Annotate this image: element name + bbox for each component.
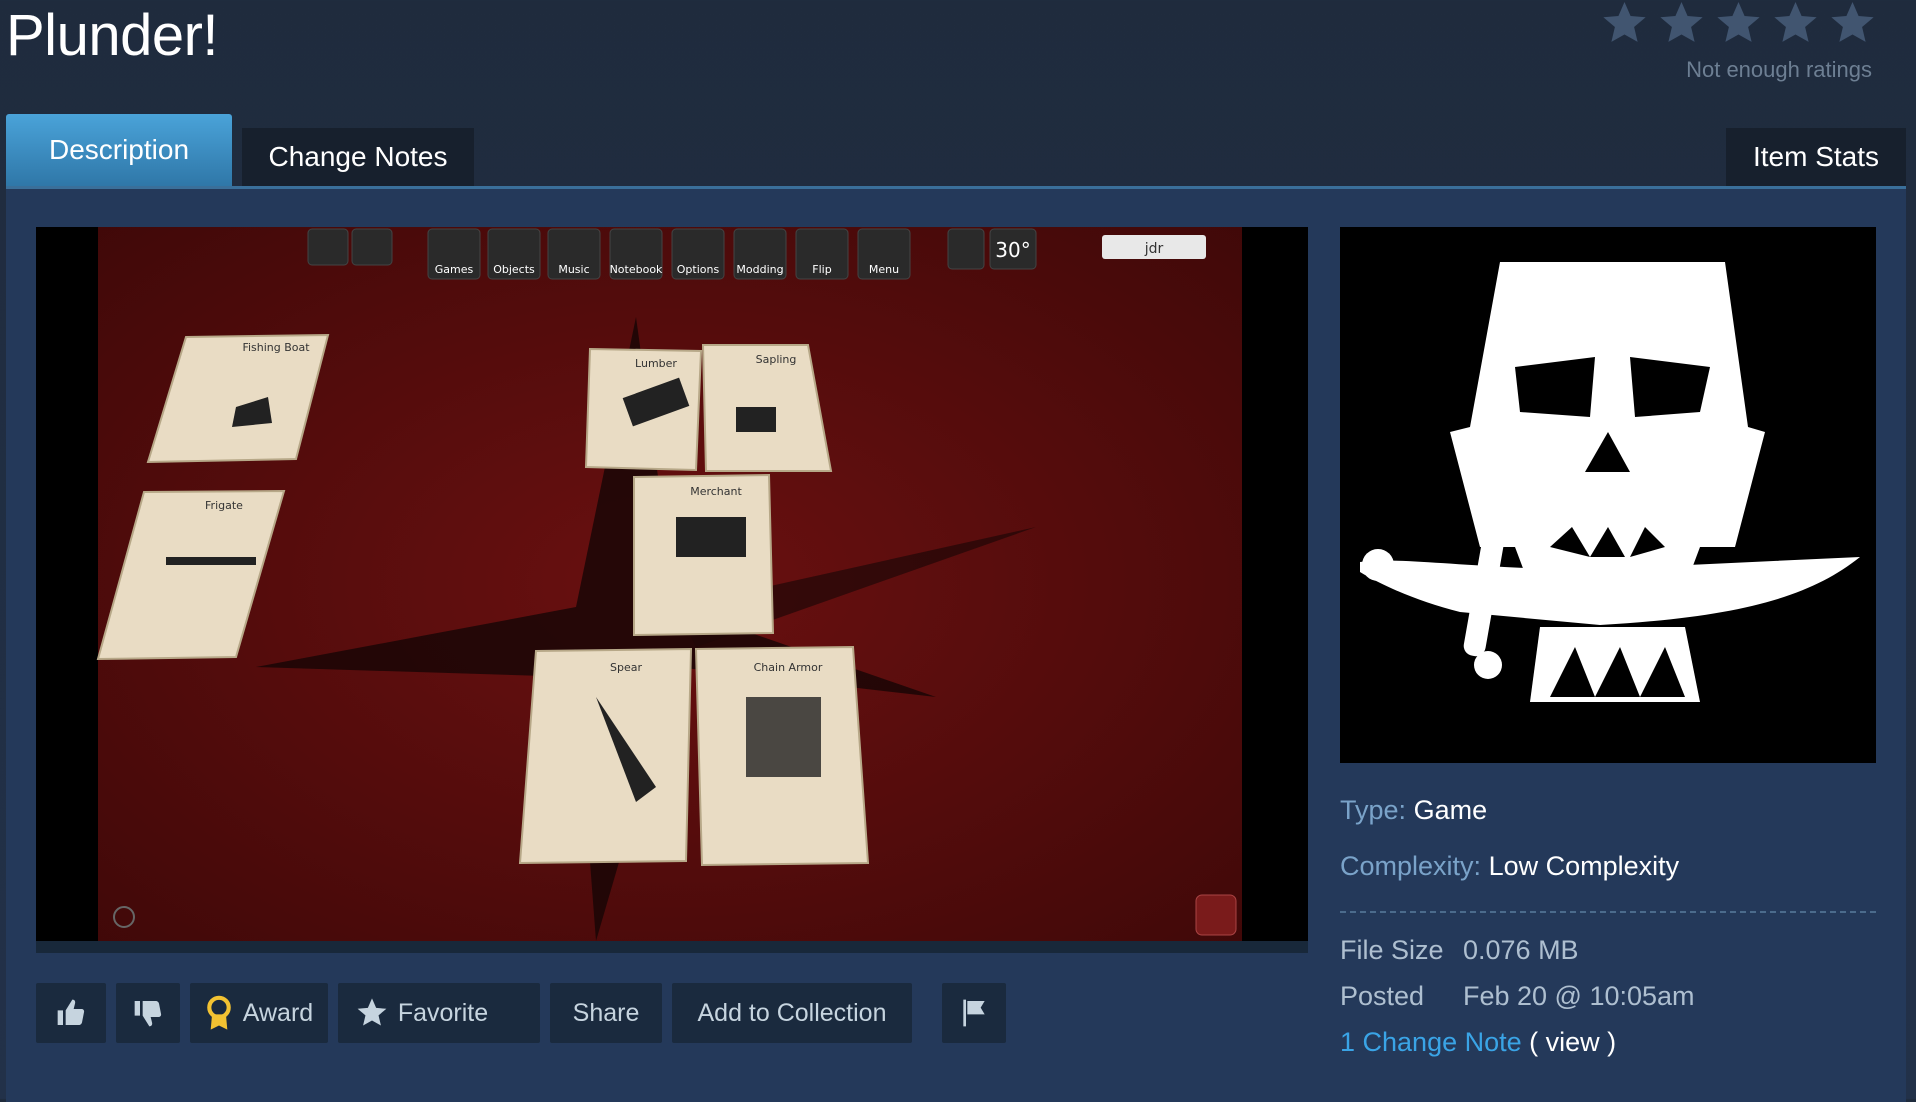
svg-text:Lumber: Lumber <box>635 357 677 370</box>
type-row: Type: Game <box>1340 795 1487 826</box>
complexity-row: Complexity: Low Complexity <box>1340 851 1679 882</box>
rating-stars <box>1601 0 1876 47</box>
add-to-collection-button[interactable]: Add to Collection <box>672 983 912 1043</box>
type-label: Type: <box>1340 795 1407 825</box>
award-label: Award <box>242 998 314 1027</box>
favorite-button[interactable]: Favorite <box>338 983 540 1043</box>
star-icon <box>1831 1 1874 42</box>
svg-text:Notebook: Notebook <box>610 263 663 276</box>
svg-text:30°: 30° <box>995 238 1030 262</box>
page-title: Plunder! <box>6 3 219 68</box>
file-size-value: 0.076 MB <box>1463 935 1579 965</box>
svg-text:Flip: Flip <box>812 263 831 276</box>
svg-text:Fishing Boat: Fishing Boat <box>242 341 310 354</box>
svg-text:Objects: Objects <box>493 263 535 276</box>
tab-item-stats[interactable]: Item Stats <box>1726 128 1906 186</box>
report-button[interactable] <box>942 983 1006 1043</box>
posted-value: Feb 20 @ 10:05am <box>1463 981 1695 1011</box>
posted-row: Posted Feb 20 @ 10:05am <box>1340 981 1695 1012</box>
screenshot-image[interactable]: Games Objects Music Notebook Options Modding… <box>36 227 1308 941</box>
file-size-row: File Size 0.076 MB <box>1340 935 1579 966</box>
rating-text: Not enough ratings <box>1686 57 1872 82</box>
thumbs-down-icon <box>134 1001 162 1027</box>
award-button[interactable]: Award <box>190 983 328 1043</box>
favorite-label: Favorite <box>397 998 489 1027</box>
share-button[interactable]: Share <box>550 983 662 1043</box>
posted-label: Posted <box>1340 981 1425 1011</box>
divider <box>1340 911 1876 913</box>
media-strip <box>36 941 1308 953</box>
skull-icon <box>1340 227 1876 763</box>
flag-icon <box>963 999 985 1027</box>
svg-text:Music: Music <box>558 263 589 276</box>
svg-text:Menu: Menu <box>869 263 899 276</box>
complexity-value[interactable]: Low Complexity <box>1489 851 1680 881</box>
thumbs-up-icon <box>57 999 85 1025</box>
star-icon <box>1603 1 1646 42</box>
star-icon <box>1774 1 1817 42</box>
svg-text:Spear: Spear <box>610 661 642 674</box>
svg-text:Frigate: Frigate <box>205 499 243 512</box>
file-size-label: File Size <box>1340 935 1444 965</box>
svg-text:Chain Armor: Chain Armor <box>754 661 823 674</box>
tab-change-notes[interactable]: Change Notes <box>242 128 474 186</box>
change-note-view-link[interactable]: ( view ) <box>1529 1027 1616 1057</box>
complexity-label: Complexity: <box>1340 851 1482 881</box>
rate-up-button[interactable] <box>36 983 106 1043</box>
svg-text:Sapling: Sapling <box>756 353 797 366</box>
rate-down-button[interactable] <box>116 983 180 1043</box>
change-note-row: 1 Change Note ( view ) <box>1340 1027 1616 1058</box>
preview-image[interactable] <box>1340 227 1876 763</box>
star-icon <box>356 997 388 1029</box>
svg-text:Merchant: Merchant <box>690 485 742 498</box>
star-icon <box>1717 1 1760 42</box>
svg-text:Modding: Modding <box>736 263 783 276</box>
description-panel: Games Objects Music Notebook Options Modding… <box>6 186 1906 1102</box>
svg-text:Options: Options <box>677 263 720 276</box>
rating: Not enough ratings <box>1601 0 1876 83</box>
svg-text:Games: Games <box>435 263 474 276</box>
svg-text:jdr: jdr <box>1144 241 1164 257</box>
award-icon <box>205 995 233 1031</box>
star-icon <box>1660 1 1703 42</box>
change-note-link[interactable]: 1 Change Note <box>1340 1027 1522 1057</box>
tab-description[interactable]: Description <box>6 114 232 186</box>
type-value[interactable]: Game <box>1414 795 1488 825</box>
